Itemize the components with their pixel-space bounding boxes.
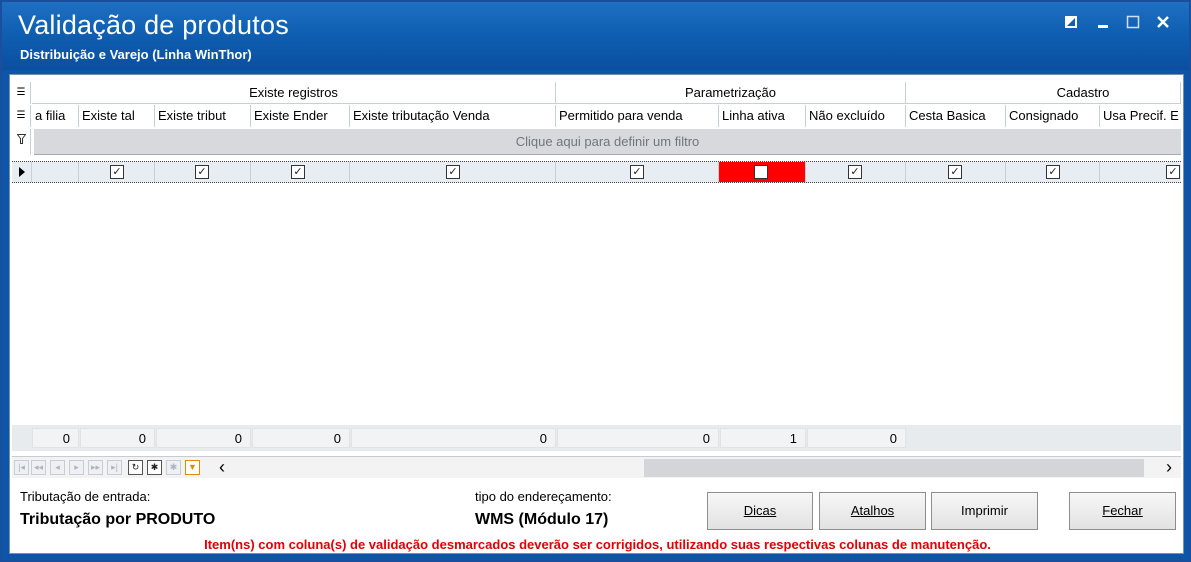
checkbox[interactable]: ✓ — [948, 165, 962, 179]
group-header-cadastro: Cadastro — [906, 82, 1181, 104]
checkbox-unchecked[interactable] — [754, 165, 768, 179]
grid-cell[interactable]: ✓ — [79, 162, 155, 182]
atalhos-label: Atalhos — [850, 503, 895, 518]
endereco-value: WMS (Módulo 17) — [475, 511, 609, 528]
window-title: Validação de produtos — [18, 10, 289, 40]
grid-cell[interactable]: ✓ — [251, 162, 350, 182]
filter-row[interactable]: Clique aqui para definir um filtro — [34, 129, 1181, 155]
column-header[interactable]: Existe Ender — [251, 105, 350, 127]
atalhos-button[interactable]: Atalhos — [819, 492, 926, 530]
first-icon[interactable]: |◂ — [14, 460, 29, 475]
filter-icon[interactable]: ▼ — [185, 460, 200, 475]
total-value: 0 — [156, 428, 251, 448]
total-value: 0 — [557, 428, 719, 448]
fechar-label: Fechar — [1102, 503, 1143, 518]
table-row[interactable]: ✓ ✓ ✓ ✓ ✓ ✓ ✓ ✓ ✓ — [12, 161, 1181, 183]
imprimir-label: Imprimir — [961, 503, 1008, 518]
grid-cell[interactable]: ✓ — [155, 162, 251, 182]
last-icon[interactable]: ▸| — [107, 460, 122, 475]
checkbox[interactable]: ✓ — [630, 165, 644, 179]
column-header[interactable]: Existe tributação Venda — [350, 105, 556, 127]
refresh-icon[interactable]: ↻ — [128, 460, 143, 475]
column-header[interactable]: a filia — [32, 105, 79, 127]
grid-cell[interactable]: ✓ — [1006, 162, 1100, 182]
row-indicator-icon — [12, 162, 32, 182]
delete-icon[interactable]: ✱ — [166, 460, 181, 475]
title-bar: Validação de produtos Distribuição e Var… — [2, 2, 1189, 70]
tributacao-label: Tributação de entrada: — [20, 489, 151, 504]
scroll-right-icon[interactable]: › — [1159, 458, 1179, 478]
total-value: 0 — [252, 428, 350, 448]
column-header[interactable]: Cesta Basica — [906, 105, 1006, 127]
totals-row: 0 0 0 0 0 0 1 0 — [12, 425, 1181, 451]
restore-icon[interactable] — [1060, 12, 1082, 34]
close-icon[interactable] — [1152, 12, 1174, 34]
navigator-bar: |◂ ◂◂ ◂ ▸ ▸▸ ▸| ↻ ✱ ✱ ▼ ‹ › — [12, 456, 1181, 478]
column-chooser-icon[interactable]: ☰ — [12, 82, 31, 104]
total-value: 0 — [32, 428, 79, 448]
dicas-button[interactable]: Dicas — [707, 492, 813, 530]
column-header[interactable]: Existe tribut — [155, 105, 251, 127]
window-subtitle: Distribuição e Varejo (Linha WinThor) — [20, 47, 252, 62]
insert-icon[interactable]: ✱ — [147, 460, 162, 475]
checkbox[interactable]: ✓ — [195, 165, 209, 179]
column-header[interactable]: Usa Precif. E — [1100, 105, 1181, 127]
band-chooser-icon[interactable]: ☰ — [12, 105, 31, 127]
validation-warning: Item(ns) com coluna(s) de validação desm… — [204, 537, 991, 552]
imprimir-button[interactable]: Imprimir — [931, 492, 1038, 530]
checkbox[interactable]: ✓ — [446, 165, 460, 179]
dicas-label: Dicas — [743, 503, 777, 518]
next-icon[interactable]: ▸ — [69, 460, 84, 475]
next-page-icon[interactable]: ▸▸ — [88, 460, 103, 475]
minimize-icon[interactable] — [1092, 12, 1114, 34]
group-header-existe-registros: Existe registros — [32, 82, 556, 104]
checkbox[interactable]: ✓ — [848, 165, 862, 179]
validation-grid: ☰ ☰ Existe registros Parametrização Cada… — [12, 78, 1181, 422]
endereco-label: tipo do endereçamento: — [475, 489, 612, 504]
checkbox[interactable]: ✓ — [1046, 165, 1060, 179]
horizontal-scrollbar-thumb[interactable] — [644, 459, 1144, 477]
grid-cell[interactable]: ✓ — [906, 162, 1006, 182]
filter-row-icon — [12, 129, 31, 155]
grid-cell[interactable] — [32, 162, 79, 182]
prev-icon[interactable]: ◂ — [50, 460, 65, 475]
maximize-icon[interactable] — [1122, 12, 1144, 34]
fechar-button[interactable]: Fechar — [1069, 492, 1176, 530]
grid-cell[interactable]: ✓ — [350, 162, 556, 182]
grid-cell[interactable]: ✓ — [1100, 162, 1181, 182]
total-value: 1 — [720, 428, 806, 448]
total-value: 0 — [807, 428, 906, 448]
checkbox[interactable]: ✓ — [1166, 165, 1180, 179]
tributacao-value: Tributação por PRODUTO — [20, 511, 216, 528]
checkbox[interactable]: ✓ — [291, 165, 305, 179]
group-header-parametrizacao: Parametrização — [556, 82, 906, 104]
checkbox[interactable]: ✓ — [110, 165, 124, 179]
total-value: 0 — [351, 428, 556, 448]
scroll-left-icon[interactable]: ‹ — [212, 458, 232, 478]
column-header[interactable]: Existe tal — [79, 105, 155, 127]
grid-cell[interactable]: ✓ — [556, 162, 719, 182]
column-header[interactable]: Não excluído — [806, 105, 906, 127]
invalid-cell[interactable] — [719, 162, 806, 182]
window: Validação de produtos Distribuição e Var… — [0, 0, 1191, 562]
column-header[interactable]: Permitido para venda — [556, 105, 719, 127]
total-value: 0 — [80, 428, 155, 448]
grid-cell[interactable]: ✓ — [806, 162, 906, 182]
column-header[interactable]: Linha ativa — [719, 105, 806, 127]
content-panel: ☰ ☰ Existe registros Parametrização Cada… — [9, 74, 1184, 554]
prev-page-icon[interactable]: ◂◂ — [31, 460, 46, 475]
column-header[interactable]: Consignado — [1006, 105, 1100, 127]
